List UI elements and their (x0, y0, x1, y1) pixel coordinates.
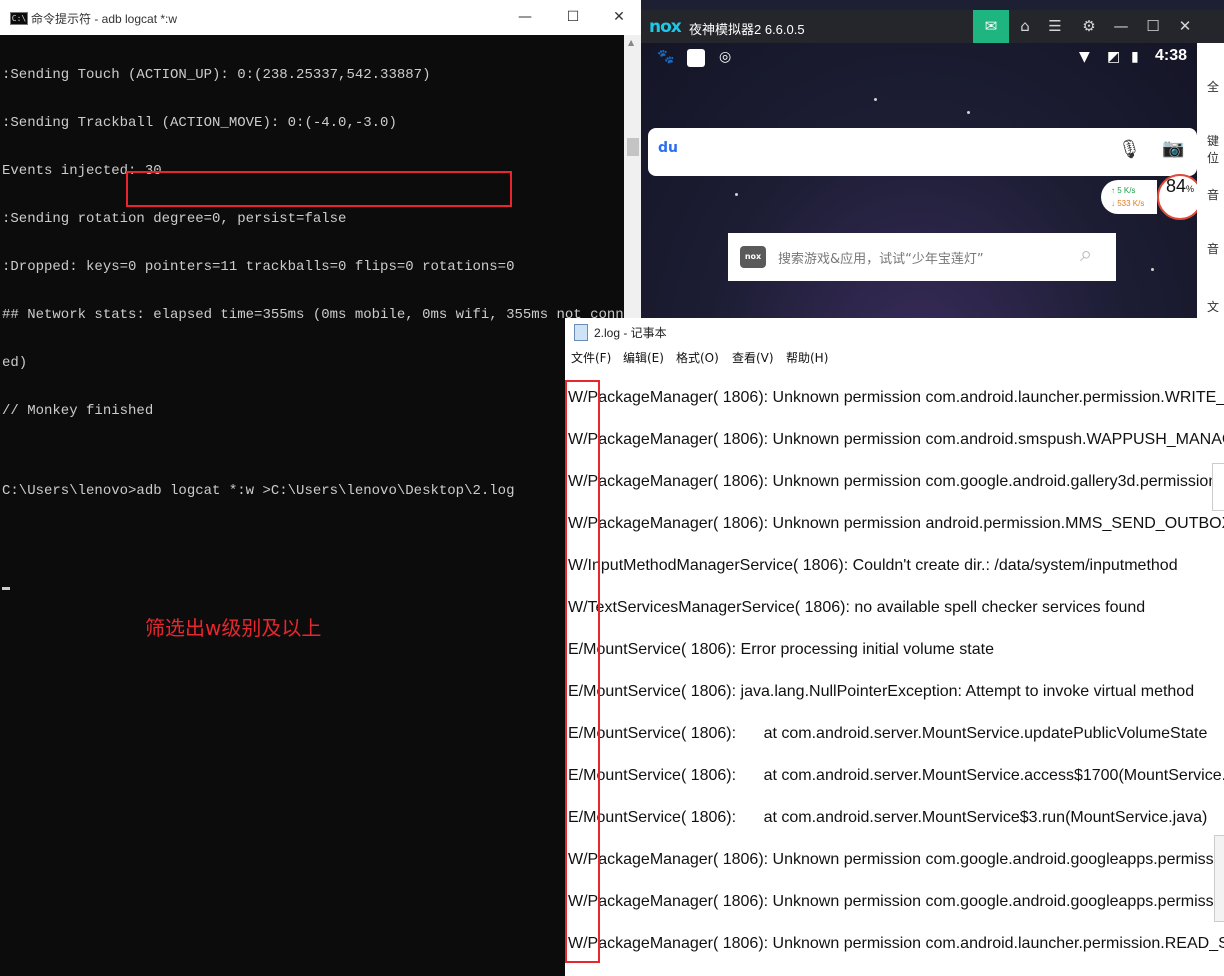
side-label[interactable]: 音 (1207, 186, 1219, 203)
side-label[interactable]: 音 (1207, 240, 1219, 257)
nox-logo: nox (649, 17, 682, 37)
log-line: W/PackageManager( 1806): Unknown permiss… (568, 515, 1224, 532)
text-cursor (2, 587, 10, 590)
menu-view[interactable]: 查看(V) (732, 349, 774, 366)
side-label[interactable]: 键位 (1207, 132, 1224, 166)
log-line: E/MountService( 1806): at com.android.se… (568, 809, 1208, 826)
side-label[interactable]: 文件 (1207, 298, 1224, 318)
star (735, 193, 738, 196)
camera-icon[interactable]: 📷 (1162, 138, 1184, 159)
android-screen[interactable]: 🐾 ◎ ▼ ◩ ▮ 4:38 du 🎙 📷 ↑ 5 K/s ↓ 533 K/s … (641, 43, 1203, 318)
star (1151, 268, 1154, 271)
notepad-text-area[interactable]: W/PackageManager( 1806): Unknown permiss… (565, 378, 1224, 976)
nox-search-logo: nox (740, 246, 766, 268)
baidu-logo: du (658, 140, 678, 156)
partial-panel (1214, 835, 1224, 922)
shirt-icon[interactable]: ⌂ (1011, 10, 1039, 43)
cmd-line: // Monkey finished (2, 403, 154, 419)
partial-popup (1212, 463, 1224, 511)
cmd-line: ## Network stats: elapsed time=355ms (0m… (2, 307, 649, 323)
cmd-output[interactable]: :Sending Touch (ACTION_UP): 0:(238.25337… (2, 35, 649, 627)
minimize-icon[interactable]: — (1107, 10, 1135, 43)
menu-edit[interactable]: 编辑(E) (623, 349, 664, 366)
log-line: W/PackageManager( 1806): Unknown permiss… (568, 431, 1224, 448)
log-line: E/MountService( 1806): at com.android.se… (568, 725, 1208, 742)
cmd-line: :Sending rotation degree=0, persist=fals… (2, 211, 347, 227)
log-level-highlight-box (565, 380, 600, 963)
no-sim-icon: ◩ (1107, 49, 1121, 65)
log-line: W/PackageManager( 1806): Unknown permiss… (568, 389, 1224, 406)
notepad-file-icon (574, 324, 588, 341)
search-icon[interactable]: ⌕ (1080, 242, 1092, 267)
baidu-paw-icon: 🐾 (657, 49, 675, 65)
cmd-app-icon: C:\ (10, 12, 28, 25)
square-icon (687, 49, 705, 67)
cmd-window: C:\ 命令提示符 - adb logcat *:w — ☐ ✕ :Sendin… (0, 0, 649, 976)
menu-icon[interactable]: ☰ (1041, 10, 1069, 43)
gear-icon[interactable]: ⚙ (1075, 10, 1103, 43)
cmd-command-line: C:\Users\lenovo>adb logcat *:w >C:\Users… (2, 483, 515, 499)
cmd-line: ed) (2, 355, 28, 371)
maximize-icon[interactable]: ☐ (1139, 10, 1167, 43)
log-line: W/PackageManager( 1806): Unknown permiss… (568, 893, 1224, 910)
log-line: W/InputMethodManagerService( 1806): Coul… (568, 557, 1178, 574)
cmd-line: :Sending Touch (ACTION_UP): 0:(238.25337… (2, 67, 431, 83)
close-icon[interactable]: ✕ (1171, 10, 1199, 43)
nox-version-title: 夜神模拟器2 6.6.0.5 (689, 22, 805, 37)
side-label[interactable]: 全 (1207, 78, 1219, 95)
android-status-bar: 🐾 ◎ ▼ ◩ ▮ 4:38 (641, 43, 1197, 73)
cmd-maximize-button[interactable]: ☐ (558, 6, 588, 28)
command-highlight-box (126, 171, 512, 207)
menu-format[interactable]: 格式(O) (676, 349, 719, 366)
notepad-titlebar[interactable]: 2.log - 记事本 (565, 318, 1224, 346)
percent-sign: % (1186, 184, 1195, 194)
app-search-placeholder: 搜索游戏&应用，试试“少年宝莲灯” (778, 252, 984, 267)
cmd-line: :Dropped: keys=0 pointers=11 trackballs=… (2, 259, 515, 275)
log-line: W/TextServicesManagerService( 1806): no … (568, 599, 1146, 616)
nox-toolbar[interactable]: nox 夜神模拟器2 6.6.0.5 ✉ ⌂ ☰ ⚙ — ☐ ✕ (641, 10, 1224, 43)
percent-value: 84 (1165, 176, 1186, 196)
network-speed-widget: ↑ 5 K/s ↓ 533 K/s (1101, 180, 1157, 214)
upload-speed: ↑ 5 K/s (1111, 186, 1136, 195)
log-line: W/PackageManager( 1806): Unknown permiss… (568, 935, 1224, 952)
app-search-box[interactable]: nox 搜索游戏&应用，试试“少年宝莲灯” ⌕ (728, 233, 1116, 281)
nox-emulator-window: nox 夜神模拟器2 6.6.0.5 ✉ ⌂ ☰ ⚙ — ☐ ✕ 🐾 ◎ ▼ ◩… (641, 0, 1224, 318)
wifi-icon: ▼ (1079, 49, 1090, 65)
target-icon: ◎ (719, 49, 732, 65)
log-line: E/MountService( 1806): java.lang.NullPoi… (568, 683, 1195, 700)
inbox-icon[interactable]: ✉ (973, 10, 1009, 43)
microphone-icon[interactable]: 🎙 (1118, 139, 1141, 160)
battery-icon: ▮ (1131, 49, 1139, 65)
star (874, 98, 877, 101)
download-speed: ↓ 533 K/s (1111, 199, 1145, 208)
log-line: E/MountService( 1806): Error processing … (568, 641, 994, 658)
cmd-minimize-button[interactable]: — (510, 6, 540, 28)
log-line: W/PackageManager( 1806): Unknown permiss… (568, 851, 1224, 868)
notepad-window: 2.log - 记事本 文件(F) 编辑(E) 格式(O) 查看(V) 帮助(H… (565, 318, 1224, 976)
log-line: W/PackageManager( 1806): Unknown permiss… (568, 473, 1218, 490)
cmd-scroll-thumb[interactable] (627, 138, 639, 156)
log-line: E/MountService( 1806): at com.android.se… (568, 767, 1224, 784)
baidu-search-bar[interactable]: du 🎙 📷 (648, 128, 1197, 176)
cmd-close-button[interactable]: ✕ (604, 6, 634, 28)
cmd-titlebar[interactable]: C:\ 命令提示符 - adb logcat *:w — ☐ ✕ (0, 0, 641, 35)
notepad-menubar: 文件(F) 编辑(E) 格式(O) 查看(V) 帮助(H) (565, 346, 1224, 368)
nox-side-panel[interactable]: 全 键位 音 音 文件 (1197, 43, 1224, 318)
scroll-up-icon[interactable]: ▲ (628, 38, 634, 47)
cmd-cursor-line[interactable] (2, 579, 620, 595)
star (967, 111, 970, 114)
menu-file[interactable]: 文件(F) (571, 349, 611, 366)
annotation-text: 筛选出w级别及以上 (145, 616, 322, 640)
status-clock: 4:38 (1154, 47, 1187, 64)
cmd-line: :Sending Trackball (ACTION_MOVE): 0:(-4.… (2, 115, 397, 131)
cmd-window-title: 命令提示符 - adb logcat *:w (31, 12, 178, 26)
notepad-window-title: 2.log - 记事本 (594, 326, 667, 340)
cmd-line: ​ (2, 531, 620, 547)
menu-help[interactable]: 帮助(H) (786, 349, 828, 366)
